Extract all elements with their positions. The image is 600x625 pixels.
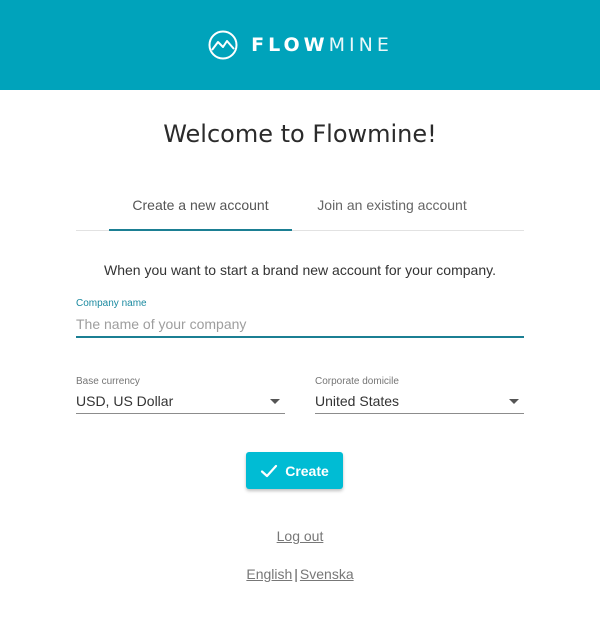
corporate-domicile-select[interactable]: Corporate domicile United States [315, 376, 524, 414]
dropdown-caret-icon [509, 399, 519, 404]
dropdown-caret-icon [270, 399, 280, 404]
tab-join-account[interactable]: Join an existing account [292, 185, 492, 231]
base-currency-label: Base currency [76, 376, 140, 387]
active-tab-indicator [109, 229, 292, 231]
logo-text-light: MINE [328, 34, 393, 56]
base-currency-value: USD, US Dollar [76, 393, 174, 409]
account-tabs: Create a new account Join an existing ac… [76, 185, 524, 231]
corporate-domicile-value: United States [315, 393, 400, 409]
base-currency-select[interactable]: Base currency USD, US Dollar [76, 376, 285, 414]
app-header: FLOWMINE [0, 0, 600, 90]
intro-text: When you want to start a brand new accou… [104, 262, 496, 278]
signup-card: Welcome to Flowmine! Create a new accoun… [0, 90, 600, 625]
corporate-domicile-label: Corporate domicile [315, 376, 399, 387]
language-separator: | [294, 566, 298, 582]
language-link-svenska[interactable]: Svenska [300, 566, 354, 582]
mountain-logo-icon [208, 30, 238, 60]
flowmine-logo: FLOWMINE [207, 29, 393, 61]
language-link-english[interactable]: English [246, 566, 292, 582]
page-title: Welcome to Flowmine! [163, 120, 437, 148]
logout-link[interactable]: Log out [277, 528, 324, 544]
create-button[interactable]: Create [246, 452, 343, 489]
logout-row: Log out [0, 528, 600, 544]
create-button-label: Create [285, 462, 329, 479]
language-switcher: English | Svenska [0, 566, 600, 582]
tab-create-account[interactable]: Create a new account [109, 185, 292, 231]
logo-text-bold: FLOW [251, 34, 329, 56]
company-name-input[interactable] [76, 312, 524, 338]
logo-wordmark: FLOWMINE [251, 34, 393, 56]
company-name-label: Company name [76, 298, 147, 309]
check-icon [261, 464, 278, 477]
